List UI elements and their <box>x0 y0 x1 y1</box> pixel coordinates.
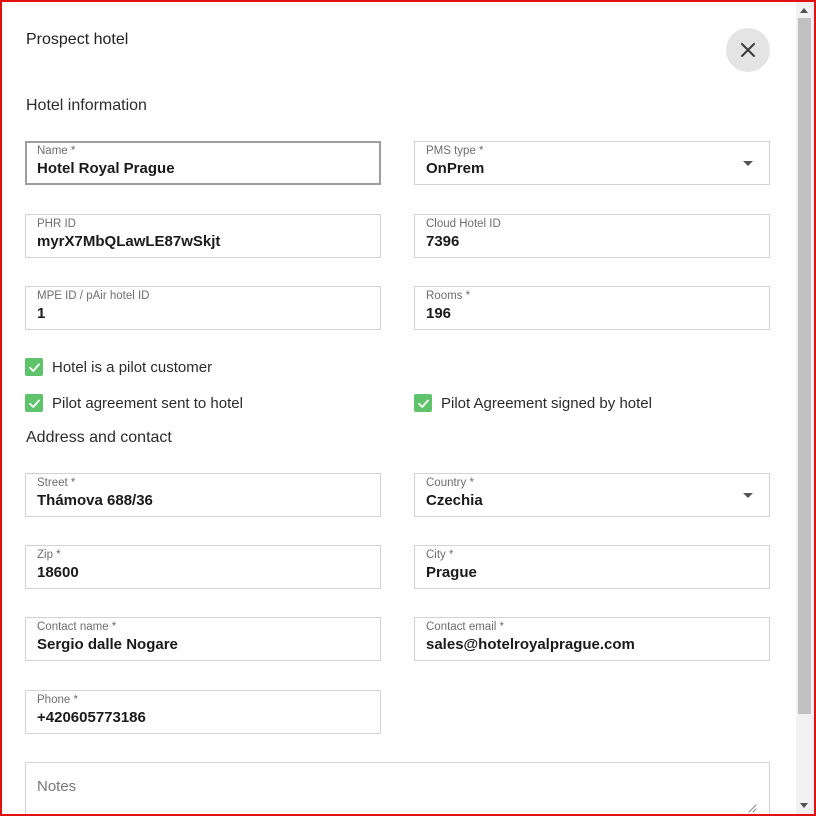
dropdown-arrow-icon <box>743 161 753 166</box>
street-field[interactable]: Street * Thámova 688/36 <box>25 473 381 517</box>
rooms-field[interactable]: Rooms * 196 <box>414 286 770 330</box>
contact-email-field[interactable]: Contact email * sales@hotelroyalprague.c… <box>414 617 770 661</box>
checkbox-pilot-customer-label: Hotel is a pilot customer <box>52 358 213 376</box>
vertical-scrollbar[interactable] <box>796 2 814 814</box>
mpe-id-label: MPE ID / pAir hotel ID <box>37 290 150 302</box>
contact-email-value: sales@hotelroyalprague.com <box>426 636 635 653</box>
pms-type-select[interactable]: PMS type * OnPrem <box>414 141 770 185</box>
checkbox-agreement-signed[interactable]: Pilot Agreement signed by hotel <box>414 394 652 412</box>
section-title-address-contact: Address and contact <box>26 429 172 446</box>
dialog-title: Prospect hotel <box>26 31 129 48</box>
phr-id-label: PHR ID <box>37 218 76 230</box>
checkbox-pilot-customer[interactable]: Hotel is a pilot customer <box>25 358 212 376</box>
country-label: Country * <box>426 477 474 489</box>
street-label: Street * <box>37 477 76 489</box>
checkbox-agreement-signed-label: Pilot Agreement signed by hotel <box>441 394 652 412</box>
phone-field[interactable]: Phone * +420605773186 <box>25 690 381 734</box>
scroll-down-arrow-icon[interactable] <box>800 803 808 808</box>
city-value: Prague <box>426 564 477 581</box>
country-value: Czechia <box>426 492 483 509</box>
country-select[interactable]: Country * Czechia <box>414 473 770 517</box>
phone-value: +420605773186 <box>37 709 146 726</box>
checkbox-agreement-sent-label: Pilot agreement sent to hotel <box>52 394 243 412</box>
phr-id-value: myrX7MbQLawLE87wSkjt <box>37 233 221 250</box>
phone-label: Phone * <box>37 694 78 706</box>
rooms-value: 196 <box>426 305 452 322</box>
scrollbar-thumb[interactable] <box>798 18 811 714</box>
dropdown-arrow-icon <box>743 493 753 498</box>
notes-textarea[interactable]: Notes <box>25 762 770 816</box>
checkbox-checked-icon[interactable] <box>414 394 432 412</box>
notes-placeholder: Notes <box>37 778 77 795</box>
zip-field[interactable]: Zip * 18600 <box>25 545 381 589</box>
contact-name-value: Sergio dalle Nogare <box>37 636 178 653</box>
name-value: Hotel Royal Prague <box>37 160 175 177</box>
city-field[interactable]: City * Prague <box>414 545 770 589</box>
section-title-hotel-information: Hotel information <box>26 97 147 114</box>
mpe-id-field[interactable]: MPE ID / pAir hotel ID 1 <box>25 286 381 330</box>
prospect-hotel-dialog: Prospect hotel Hotel information Name * … <box>0 0 796 816</box>
cloud-hotel-id-label: Cloud Hotel ID <box>426 218 501 230</box>
contact-email-label: Contact email * <box>426 621 504 633</box>
contact-name-field[interactable]: Contact name * Sergio dalle Nogare <box>25 617 381 661</box>
name-label: Name * <box>37 145 76 157</box>
resize-grip-icon[interactable] <box>747 803 757 813</box>
scroll-up-arrow-icon[interactable] <box>800 8 808 13</box>
checkbox-agreement-sent[interactable]: Pilot agreement sent to hotel <box>25 394 243 412</box>
zip-label: Zip * <box>37 549 61 561</box>
street-value: Thámova 688/36 <box>37 492 153 509</box>
checkbox-checked-icon[interactable] <box>25 358 43 376</box>
contact-name-label: Contact name * <box>37 621 117 633</box>
cloud-hotel-id-field[interactable]: Cloud Hotel ID 7396 <box>414 214 770 258</box>
mpe-id-value: 1 <box>37 305 46 322</box>
zip-value: 18600 <box>37 564 79 581</box>
close-button[interactable] <box>726 28 770 72</box>
checkbox-checked-icon[interactable] <box>25 394 43 412</box>
city-label: City * <box>426 549 454 561</box>
pms-type-value: OnPrem <box>426 160 485 177</box>
pms-type-label: PMS type * <box>426 145 484 157</box>
cloud-hotel-id-value: 7396 <box>426 233 460 250</box>
name-field[interactable]: Name * Hotel Royal Prague <box>25 141 381 185</box>
rooms-label: Rooms * <box>426 290 471 302</box>
close-icon <box>741 43 755 57</box>
phr-id-field[interactable]: PHR ID myrX7MbQLawLE87wSkjt <box>25 214 381 258</box>
